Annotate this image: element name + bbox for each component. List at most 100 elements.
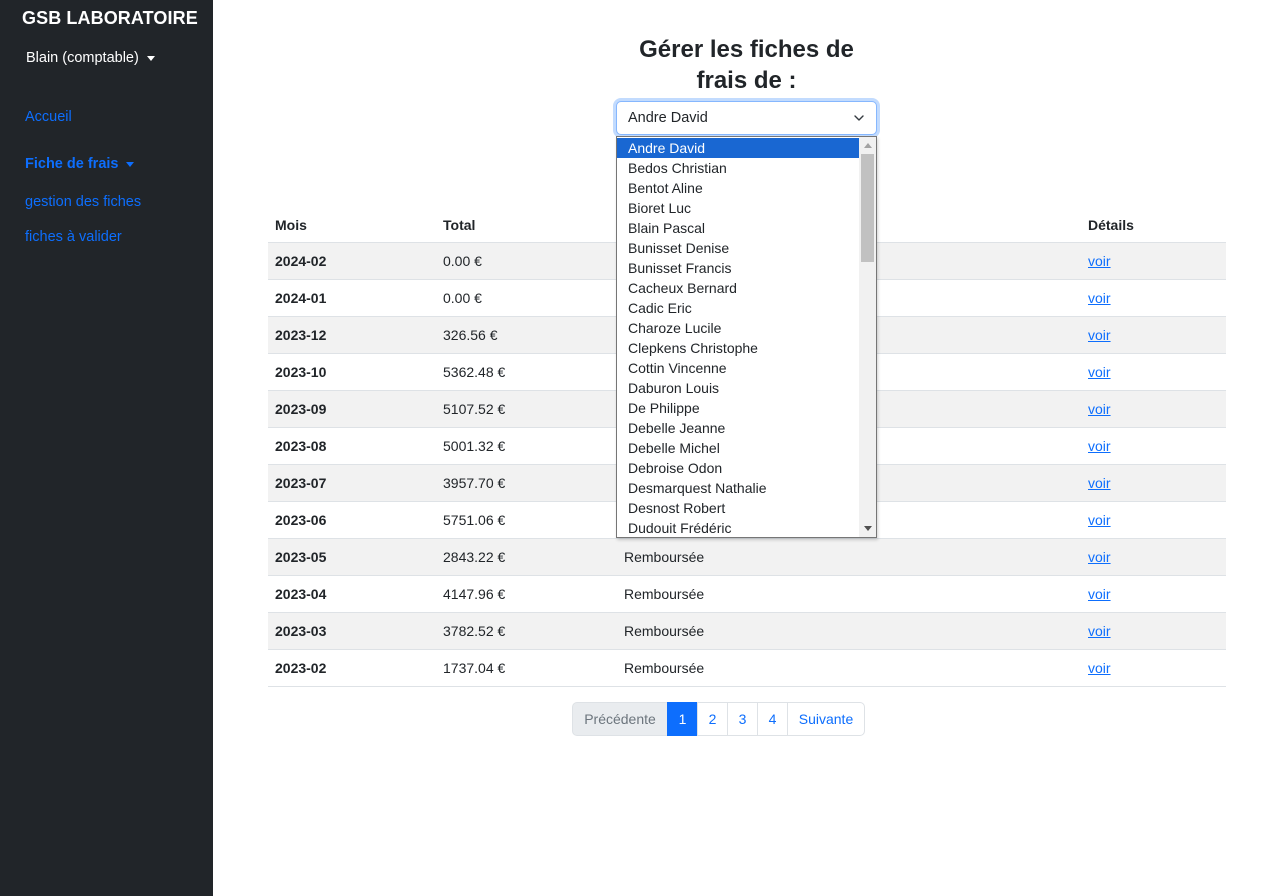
- nav-fiche-de-frais-toggle[interactable]: Fiche de frais: [25, 156, 135, 172]
- cell-mois: 2023-02: [275, 660, 327, 676]
- pagination-page-3[interactable]: 3: [727, 702, 758, 736]
- listbox-option[interactable]: Debroise Odon: [617, 458, 860, 478]
- table-row: 2023-02 1737.04 € Remboursée voir: [268, 650, 1226, 687]
- page-title: Gérer les fiches de frais de :: [639, 36, 854, 94]
- cell-details: voir: [1081, 290, 1226, 306]
- voir-link[interactable]: voir: [1088, 327, 1111, 343]
- cell-total: 5107.52 €: [443, 401, 506, 417]
- voir-link[interactable]: voir: [1088, 623, 1111, 639]
- voir-link[interactable]: voir: [1088, 549, 1111, 565]
- voir-link[interactable]: voir: [1088, 401, 1111, 417]
- pagination-next[interactable]: Suivante: [787, 702, 865, 736]
- pagination-page-2[interactable]: 2: [697, 702, 728, 736]
- listbox-option[interactable]: De Philippe: [617, 398, 860, 418]
- scroll-up-arrow-icon[interactable]: [859, 137, 876, 154]
- cell-details: voir: [1081, 660, 1226, 676]
- cell-mois: 2024-01: [275, 290, 327, 306]
- listbox-option[interactable]: Bentot Aline: [617, 178, 860, 198]
- header-mois: Mois: [275, 216, 307, 233]
- listbox-option[interactable]: Cadic Eric: [617, 298, 860, 318]
- scroll-thumb[interactable]: [861, 154, 874, 262]
- listbox-options: Andre David Bedos Christian Bentot Aline Bi…: [617, 137, 860, 537]
- cell-total: 5362.48 €: [443, 364, 506, 380]
- cell-etat: Remboursée: [624, 623, 705, 639]
- nav-gestion-des-fiches[interactable]: gestion des fiches: [25, 194, 141, 210]
- listbox-option[interactable]: Blain Pascal: [617, 218, 860, 238]
- listbox-option[interactable]: Andre David: [617, 138, 860, 158]
- listbox-scrollbar[interactable]: [859, 137, 876, 537]
- voir-link[interactable]: voir: [1088, 253, 1111, 269]
- visiteur-listbox[interactable]: Andre David Bedos Christian Bentot Aline Bi…: [616, 136, 877, 538]
- listbox-option[interactable]: Cacheux Bernard: [617, 278, 860, 298]
- caret-down-icon: [126, 161, 135, 167]
- voir-link[interactable]: voir: [1088, 512, 1111, 528]
- cell-details: voir: [1081, 253, 1226, 269]
- listbox-option[interactable]: Cottin Vincenne: [617, 358, 860, 378]
- sidebar: GSB LABORATOIRE Blain (comptable) Accuei…: [0, 0, 213, 896]
- nav-accueil[interactable]: Accueil: [25, 109, 72, 125]
- scroll-down-arrow-icon[interactable]: [859, 520, 876, 537]
- cell-mois: 2023-09: [275, 401, 327, 417]
- listbox-option[interactable]: Bedos Christian: [617, 158, 860, 178]
- cell-details: voir: [1081, 549, 1226, 565]
- voir-link[interactable]: voir: [1088, 475, 1111, 491]
- cell-details: voir: [1081, 327, 1226, 343]
- pagination: Précédente 1 2 3 4 Suivante: [572, 702, 865, 736]
- cell-total: 1737.04 €: [443, 660, 506, 676]
- voir-link[interactable]: voir: [1088, 364, 1111, 380]
- pagination-page-4[interactable]: 4: [757, 702, 788, 736]
- listbox-option[interactable]: Daburon Louis: [617, 378, 860, 398]
- listbox-option[interactable]: Clepkens Christophe: [617, 338, 860, 358]
- cell-details: voir: [1081, 586, 1226, 602]
- user-dropdown-toggle[interactable]: Blain (comptable): [26, 50, 155, 66]
- cell-mois: 2023-12: [275, 327, 327, 343]
- cell-mois: 2023-06: [275, 512, 327, 528]
- nav-fiche-de-frais-label: Fiche de frais: [25, 156, 119, 172]
- voir-link[interactable]: voir: [1088, 290, 1111, 306]
- pagination-previous: Précédente: [572, 702, 668, 736]
- pagination-page-1[interactable]: 1: [667, 702, 698, 736]
- listbox-option[interactable]: Bioret Luc: [617, 198, 860, 218]
- chevron-down-icon: [854, 113, 864, 122]
- caret-down-icon: [146, 55, 155, 61]
- cell-etat: Remboursée: [624, 549, 705, 565]
- cell-details: voir: [1081, 475, 1226, 491]
- cell-mois: 2023-08: [275, 438, 327, 454]
- brand-title: GSB LABORATOIRE: [22, 8, 198, 28]
- listbox-option[interactable]: Desnost Robert: [617, 498, 860, 518]
- voir-link[interactable]: voir: [1088, 438, 1111, 454]
- visiteur-select[interactable]: Andre David: [616, 101, 877, 135]
- cell-details: voir: [1081, 401, 1226, 417]
- cell-total: 5001.32 €: [443, 438, 506, 454]
- cell-total: 0.00 €: [443, 253, 482, 269]
- cell-total: 2843.22 €: [443, 549, 506, 565]
- listbox-option[interactable]: Charoze Lucile: [617, 318, 860, 338]
- cell-mois: 2023-10: [275, 364, 327, 380]
- visiteur-select-value: Andre David: [628, 110, 708, 126]
- cell-total: 0.00 €: [443, 290, 482, 306]
- cell-total: 326.56 €: [443, 327, 498, 343]
- listbox-option[interactable]: Bunisset Denise: [617, 238, 860, 258]
- header-total: Total: [443, 216, 476, 233]
- listbox-option[interactable]: Desmarquest Nathalie: [617, 478, 860, 498]
- cell-mois: 2023-07: [275, 475, 327, 491]
- cell-details: voir: [1081, 623, 1226, 639]
- table-row: 2023-03 3782.52 € Remboursée voir: [268, 613, 1226, 650]
- listbox-option[interactable]: Bunisset Francis: [617, 258, 860, 278]
- cell-etat: Remboursée: [624, 586, 705, 602]
- user-name: Blain (comptable): [26, 50, 139, 66]
- nav-fiches-a-valider[interactable]: fiches à valider: [25, 229, 122, 245]
- cell-mois: 2023-03: [275, 623, 327, 639]
- cell-total: 3782.52 €: [443, 623, 506, 639]
- cell-mois: 2023-05: [275, 549, 327, 565]
- listbox-option[interactable]: Debelle Jeanne: [617, 418, 860, 438]
- cell-etat: Remboursée: [624, 660, 705, 676]
- voir-link[interactable]: voir: [1088, 586, 1111, 602]
- voir-link[interactable]: voir: [1088, 660, 1111, 676]
- listbox-option[interactable]: Dudouit Frédéric: [617, 518, 860, 537]
- header-details: Détails: [1088, 216, 1134, 233]
- cell-details: voir: [1081, 438, 1226, 454]
- listbox-option[interactable]: Debelle Michel: [617, 438, 860, 458]
- cell-details: voir: [1081, 364, 1226, 380]
- table-row: 2023-05 2843.22 € Remboursée voir: [268, 539, 1226, 576]
